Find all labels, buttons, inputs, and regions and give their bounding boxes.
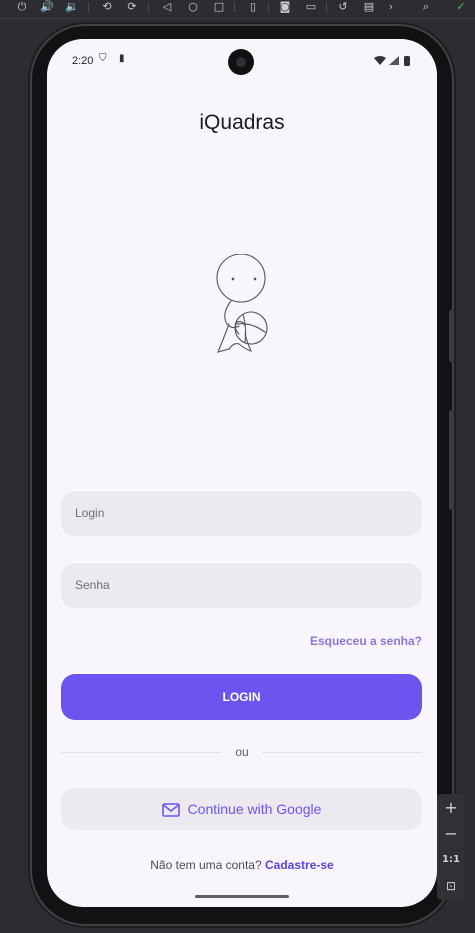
rotate-right-icon[interactable]: ⟳ [125,0,139,14]
zoom-in-icon[interactable]: + [437,796,465,820]
login-input[interactable]: Login [61,491,422,536]
google-button-label: Continue with Google [187,801,322,817]
basketball-player-illustration [216,254,268,353]
app-title: iQuadras [199,111,285,134]
fold-icon[interactable]: ▯ [246,0,260,14]
device-volume-key [449,410,454,510]
wifi-icon [374,56,386,65]
rotate-left-icon[interactable]: ⟲ [100,0,114,14]
snapshot-icon[interactable]: ↺ [336,0,350,14]
inspect-icon[interactable]: ⌕ [419,0,433,14]
back-icon[interactable]: ◁ [160,0,174,14]
signup-prompt: Não tem uma conta? [150,858,262,872]
camera-icon[interactable]: ◙ [278,0,292,14]
status-time: 2:20 [72,55,94,67]
volume-down-icon[interactable]: 🔉 [65,0,79,14]
signup-link[interactable]: Cadastre-se [265,858,334,872]
zoom-out-icon[interactable]: − [437,822,465,846]
check-icon: ✓ [456,0,466,13]
sim-icon: ▮ [119,53,125,64]
power-icon[interactable]: ⏻ [15,0,29,14]
screenrecord-icon[interactable]: ▭ [304,0,318,14]
google-signin-button[interactable]: Continue with Google [61,788,422,830]
volume-up-icon[interactable]: 🔊 [40,0,54,14]
signup-row: Não tem uma conta? Cadastre-se [47,858,437,872]
forgot-password-link[interactable]: Esqueceu a senha? [310,634,422,648]
more-icon[interactable]: › [384,0,398,14]
password-input[interactable]: Senha [61,563,422,608]
gesture-home-bar[interactable] [195,895,289,898]
signal-icon [389,56,399,65]
vpn-shield-icon: ⛉ [99,53,107,64]
zoom-actual-size-button[interactable]: 1:1 [437,848,465,872]
front-camera [228,49,254,75]
battery-icon [404,56,410,66]
device-screen: 2:20 ⛉ ▮ iQuadras Login Senha Esqueceu a… [47,39,437,907]
extended-controls-icon[interactable]: ▤ [362,0,376,14]
device-power-key [449,310,454,362]
divider-right [262,752,422,753]
overview-icon[interactable]: □ [212,0,226,14]
emulator-zoom-panel: + − 1:1 ⊡ [437,794,465,900]
status-icons [374,56,410,66]
mail-icon [161,803,180,817]
emulator-toolbar: ⏻ 🔊 🔉 ⟲ ⟳ ◁ ○ □ ▯ ◙ ▭ ↺ ▤ › ⌕ ✓ [0,0,475,19]
home-icon[interactable]: ○ [186,0,200,14]
login-button[interactable]: LOGIN [61,674,422,720]
fit-screen-icon[interactable]: ⊡ [437,874,465,898]
